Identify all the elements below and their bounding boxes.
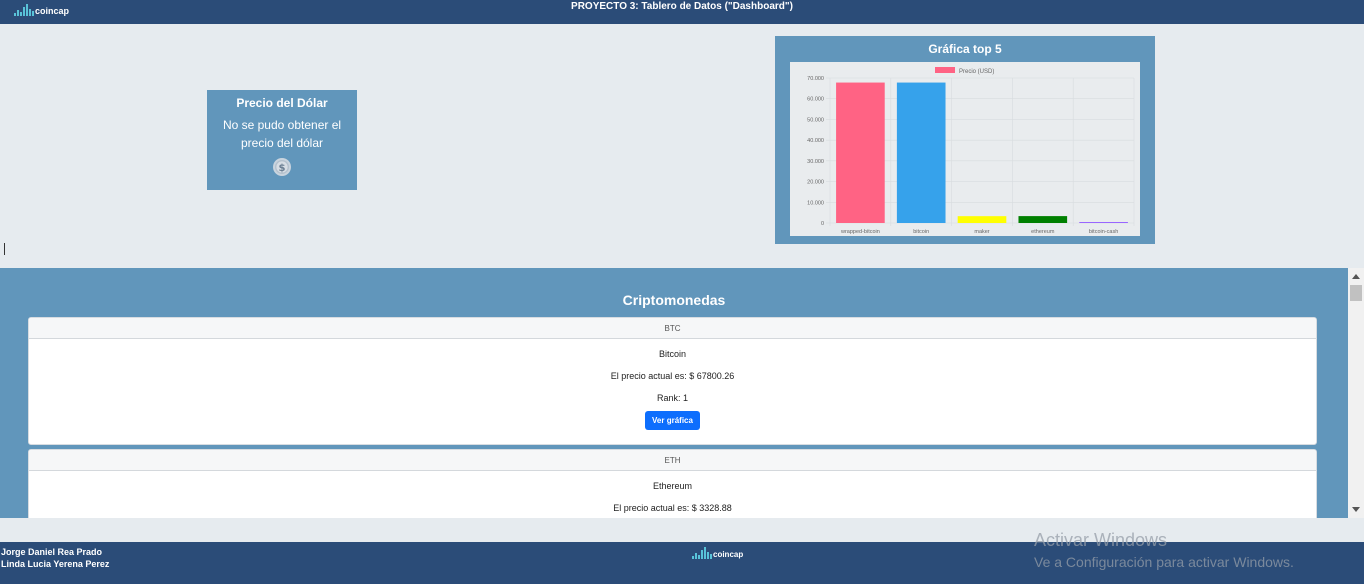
top5-chart-card: Gráfica top 5 Precio (USD) 0 10.000 20.000 3… [775,36,1155,244]
y-tick-label: 40.000 [807,138,824,144]
coin-card-btc: BTC Bitcoin El precio actual es: $ 67800… [28,317,1317,445]
coin-card-eth: ETH Ethereum El precio actual es: $ 3328… [28,449,1317,518]
dollar-price-card: Precio del Dólar No se pudo obtener el p… [207,90,357,190]
page-title: PROYECTO 3: Tablero de Datos ("Dashboard… [571,1,793,12]
view-chart-button[interactable]: Ver gráfica [645,411,700,430]
top5-bar-chart: Precio (USD) 0 10.000 20.000 30.000 40.000 50.… [790,62,1140,236]
legend-label: Precio (USD) [959,69,994,75]
scroll-down-arrow-icon[interactable] [1352,507,1360,512]
text-cursor [4,243,5,255]
footer-coincap-logo[interactable]: coincap [692,547,743,559]
x-tick-label: wrapped-bitcoin [840,229,880,235]
y-tick-label: 30.000 [807,159,824,165]
y-tick-label: 0 [821,221,824,227]
coin-rank: Rank: 1 [656,393,689,403]
logo-bars-icon [692,547,712,559]
legend-swatch [935,67,955,73]
y-tick-label: 70.000 [807,76,824,82]
coin-price: El precio actual es: $ 3328.88 [613,503,732,513]
x-tick-label: bitcoin [913,229,929,235]
scroll-up-arrow-icon[interactable] [1352,274,1360,279]
chart-svg: Precio (USD) 0 10.000 20.000 30.000 40.000 50.… [807,67,1135,235]
dollar-coin-icon: $ [272,157,292,177]
vertical-scrollbar[interactable] [1348,268,1364,518]
coin-name: Ethereum [652,481,693,491]
bar-wrapped-bitcoin [836,82,885,223]
dollar-error-message: No se pudo obtener el precio del dólar [222,118,342,150]
x-tick-label: ethereum [1031,229,1055,235]
crypto-panel[interactable]: Criptomonedas BTC Bitcoin El precio actu… [0,268,1348,518]
windows-activation-watermark: Activar Windows Ve a Configuración para … [1034,530,1294,570]
watermark-subtitle: Ve a Configuración para activar Windows. [1034,554,1294,570]
dollar-card-title: Precio del Dólar [236,96,328,110]
chart-card-title: Gráfica top 5 [928,42,1002,56]
bar-maker [957,216,1007,223]
coin-name: Bitcoin [658,349,686,359]
author-names: Jorge Daniel Rea Prado Linda Lucia Yeren… [1,546,109,570]
coin-symbol: BTC [29,318,1316,339]
top-header: coincap PROYECTO 3: Tablero de Datos ("D… [0,0,1364,24]
coin-price: El precio actual es: $ 67800.26 [610,371,735,381]
x-tick-label: maker [974,229,989,235]
x-tick-label: bitcoin-cash [1089,229,1118,235]
bar-bitcoin-cash [1079,222,1128,223]
y-tick-label: 60.000 [807,97,824,103]
coin-symbol: ETH [29,450,1316,471]
svg-text:$: $ [279,163,286,174]
y-tick-label: 20.000 [807,180,824,186]
author-name: Jorge Daniel Rea Prado [1,547,103,557]
crypto-heading: Criptomonedas [622,292,726,308]
bar-ethereum [1018,216,1068,223]
logo-text: coincap [713,550,744,559]
y-tick-label: 50.000 [807,117,824,123]
scroll-thumb[interactable] [1350,285,1362,301]
author-name: Linda Lucia Yerena Perez [1,559,110,569]
bar-bitcoin [896,82,946,223]
watermark-title: Activar Windows [1034,530,1168,550]
y-tick-label: 10.000 [807,200,824,206]
